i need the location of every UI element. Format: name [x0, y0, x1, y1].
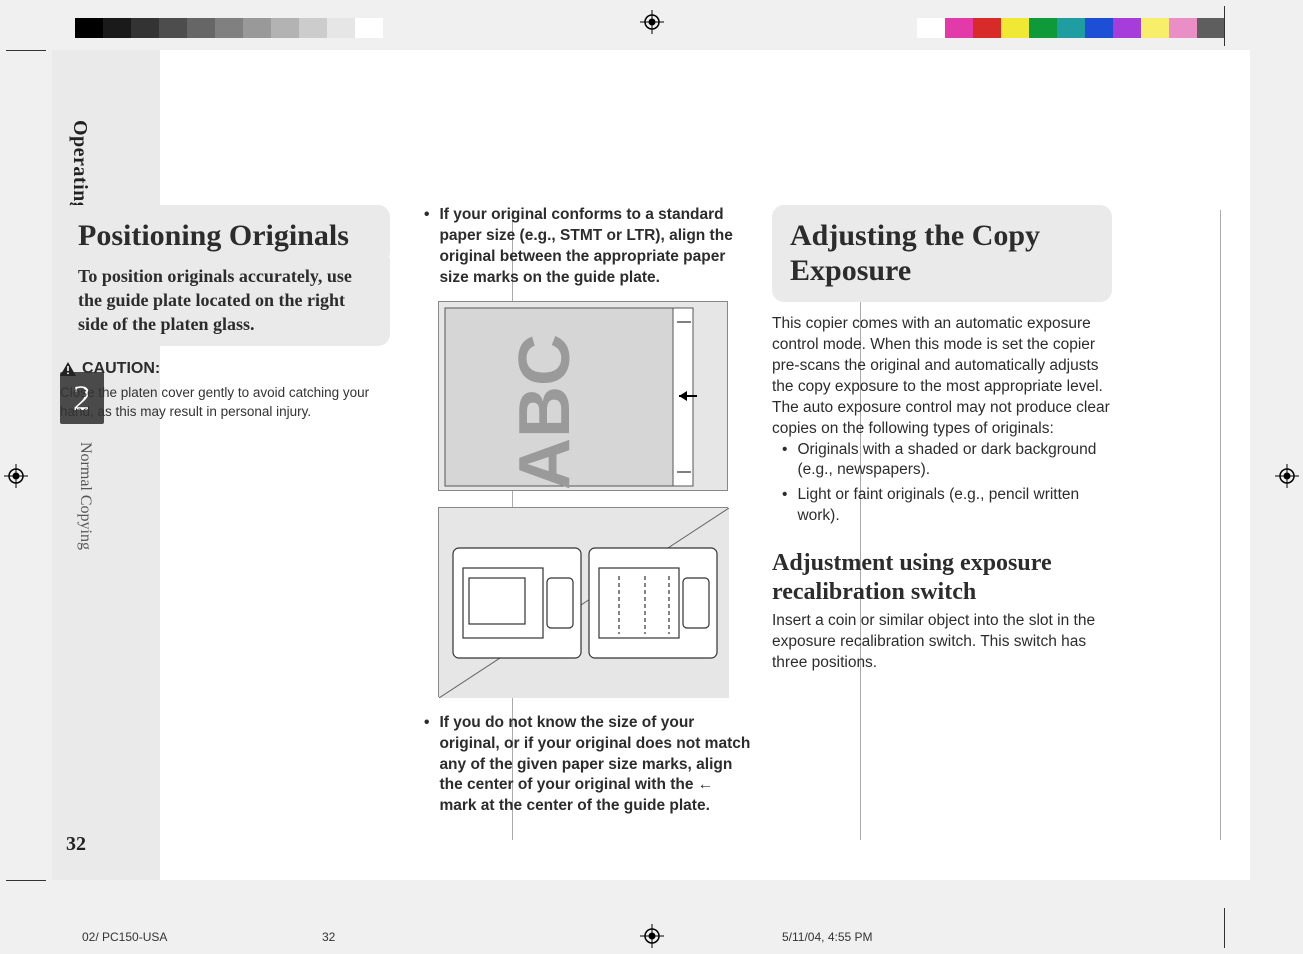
subheading-recalibration: Adjustment using exposure recalibration …: [772, 549, 1112, 607]
column-2: • If your original conforms to a standar…: [424, 205, 754, 825]
figure-copier-top-views: [438, 507, 728, 697]
exposure-bullet-1: • Originals with a shaded or dark backgr…: [782, 440, 1112, 482]
color-swatch: [1029, 18, 1057, 38]
color-swatch: [973, 18, 1001, 38]
gray-step: [271, 18, 299, 38]
bullet-text: If your original conforms to a standard …: [439, 205, 754, 289]
intro-text: To position originals accurately, use th…: [60, 258, 390, 347]
gray-step: [243, 18, 271, 38]
footer-datetime: 5/11/04, 4:55 PM: [782, 930, 873, 944]
color-swatch: [917, 18, 945, 38]
color-swatch: [1113, 18, 1141, 38]
exposure-intro: This copier comes with an automatic expo…: [772, 314, 1112, 440]
crop-mark: [6, 50, 46, 51]
exposure-bullet-2: • Light or faint originals (e.g., pencil…: [782, 485, 1112, 527]
page-number: 32: [66, 833, 86, 856]
crop-mark: [6, 880, 46, 881]
section-name: Normal Copying: [76, 442, 94, 550]
recalibration-text: Insert a coin or similar object into the…: [772, 611, 1112, 674]
crop-mark: [1224, 908, 1225, 948]
color-swatch: [1057, 18, 1085, 38]
column-divider: [1220, 210, 1221, 840]
crop-mark: [1224, 6, 1225, 46]
footer-file: 02/ PC150-USA: [82, 930, 167, 944]
gray-step: [187, 18, 215, 38]
footer-page: 32: [322, 930, 335, 944]
column-1: Positioning Originals To position origin…: [60, 205, 390, 421]
registration-mark-top: [640, 10, 664, 34]
color-swatch: [1141, 18, 1169, 38]
page-area: Operating Procedure 2 Normal Copying 32 …: [52, 50, 1250, 880]
color-swatch: [945, 18, 973, 38]
gray-step: [215, 18, 243, 38]
color-swatch: [1169, 18, 1197, 38]
bullet-unknown-size: • If you do not know the size of your or…: [424, 713, 754, 818]
color-swatch: [1001, 18, 1029, 38]
registration-mark-bottom: [640, 924, 664, 948]
gray-step: [299, 18, 327, 38]
figure-platen-glass: ABC: [438, 301, 728, 491]
registration-mark-left: [4, 464, 28, 488]
caution-icon: [60, 362, 76, 376]
bullet-icon: •: [782, 485, 787, 527]
color-calibration-strip: [917, 18, 1225, 38]
bullet-text: Originals with a shaded or dark backgrou…: [797, 440, 1112, 482]
color-swatch: [1197, 18, 1225, 38]
grayscale-step-wedge: [75, 18, 383, 38]
bullet-standard-size: • If your original conforms to a standar…: [424, 205, 754, 289]
heading-adjusting-exposure: Adjusting the Copy Exposure: [772, 205, 1112, 302]
caution-label: CAUTION:: [82, 360, 160, 378]
gray-step: [355, 18, 383, 38]
gray-step: [131, 18, 159, 38]
column-3: Adjusting the Copy Exposure This copier …: [772, 205, 1112, 674]
caution-heading: CAUTION:: [60, 360, 390, 378]
gray-step: [159, 18, 187, 38]
bullet-icon: •: [782, 440, 787, 482]
color-swatch: [1085, 18, 1113, 38]
figure-abc-label: ABC: [505, 334, 585, 490]
registration-mark-right: [1275, 464, 1299, 488]
gray-step: [327, 18, 355, 38]
bullet-text: Light or faint originals (e.g., pencil w…: [797, 485, 1112, 527]
gray-step: [103, 18, 131, 38]
bullet-icon: •: [424, 205, 429, 289]
sidebar: Operating Procedure 2 Normal Copying 32: [52, 50, 160, 880]
gray-step: [75, 18, 103, 38]
heading-positioning-originals: Positioning Originals: [60, 205, 390, 264]
bullet-text: If you do not know the size of your orig…: [439, 713, 754, 818]
bullet-icon: •: [424, 713, 429, 818]
caution-text: Close the platen cover gently to avoid c…: [60, 384, 390, 420]
